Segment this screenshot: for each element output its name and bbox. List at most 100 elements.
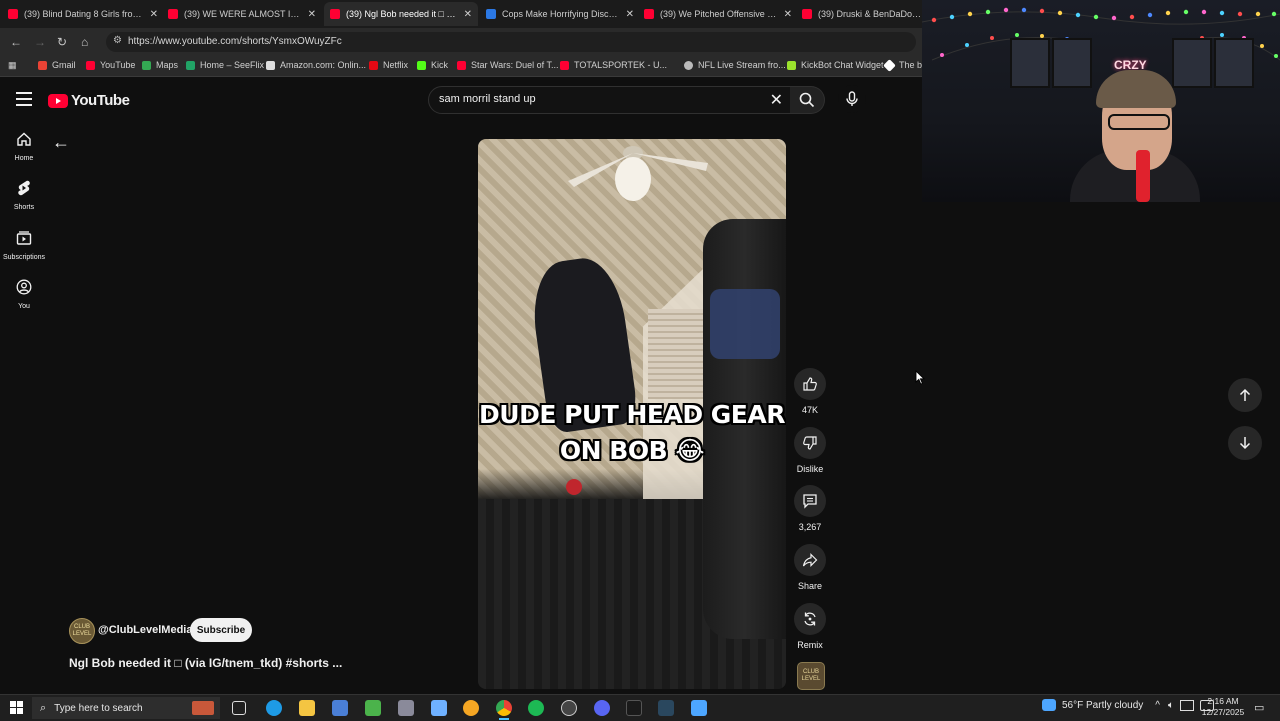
search-input[interactable]: sam morril stand up ✕ [428,86,792,114]
youtube-favicon-icon [802,9,812,19]
back-arrow-icon[interactable]: ← [52,132,70,153]
voice-search-button[interactable] [838,85,866,113]
search-highlight-icon [192,701,214,715]
app-icon[interactable] [463,700,479,716]
back-icon[interactable]: ← [10,35,22,49]
browser-tab[interactable]: (39) WE WERE ALMOST IN TEA... ✕ [168,2,316,26]
bookmark-star-wars[interactable]: Star Wars: Duel of T... [457,60,559,70]
video-caption-line: ON BOB 😂 [559,436,705,465]
bookmark-label: NFL Live Stream fro... [698,60,786,70]
youtube-logo[interactable]: YouTube [48,92,130,109]
close-tab-icon[interactable]: ✕ [302,9,316,20]
subscribe-button[interactable]: Subscribe [190,618,252,642]
file-explorer-icon[interactable] [299,700,315,716]
bookmark-maps[interactable]: Maps [142,60,178,70]
clock-time: 2:16 AM [1207,696,1239,706]
shorts-video-player[interactable]: DUDE PUT HEAD GEAR ON BOB 😂 [478,139,786,689]
taskbar-search-box[interactable]: ⌕ Type here to search [32,697,220,719]
address-bar[interactable]: ⚙ https://www.youtube.com/shorts/YsmxOWu… [106,32,916,52]
remix-button[interactable]: Remix [794,603,826,650]
browser-tab-active[interactable]: (39) Ngl Bob needed it □ (v... ✕ [324,2,478,26]
app-icon[interactable] [691,700,707,716]
network-icon[interactable] [1179,699,1194,711]
video-title[interactable]: Ngl Bob needed it □ (via IG/tnem_tkd) #s… [69,656,342,670]
forward-icon[interactable]: → [34,35,46,49]
bookmark-label: Home – SeeFlix [200,60,265,70]
close-tab-icon[interactable]: ✕ [620,9,634,20]
bookmark-nfl-stream[interactable]: NFL Live Stream fro... [684,60,786,70]
search-button[interactable] [790,86,825,114]
previous-video-button[interactable] [1228,378,1262,412]
spotify-icon[interactable] [528,700,544,716]
terminal-icon[interactable] [626,700,642,716]
tab-title: (39) Ngl Bob needed it □ (v... [346,9,458,19]
bookmark-kick[interactable]: Kick [417,60,448,70]
app-icon[interactable] [332,700,348,716]
edge-icon[interactable] [266,700,282,716]
youtube-icon [560,60,569,70]
nav-item-home[interactable]: Home [0,131,48,162]
like-button[interactable]: 47K [794,368,826,415]
bookmark-label: Maps [156,60,179,70]
apps-grid-icon[interactable]: ▦ [8,60,17,71]
remix-button-circle[interactable] [794,603,826,635]
bookmark-other[interactable]: The be [883,58,927,72]
bookmark-netflix[interactable]: Netflix [369,60,408,70]
speaker-icon[interactable]: 🔈︎ [1168,700,1174,711]
like-button-circle[interactable] [794,368,826,400]
browser-tab[interactable]: (39) We Pitched Offensive City ... ✕ [644,2,792,26]
windows-start-icon[interactable] [10,701,23,714]
nav-item-you[interactable]: You [0,279,48,310]
nav-item-subscriptions[interactable]: Subscriptions [0,230,48,261]
browser-tab[interactable]: (39) Druski & BenDaDonnn G... [802,2,922,26]
app-icon[interactable] [398,700,414,716]
bookmark-seeflix[interactable]: Home – SeeFlix [186,60,264,70]
task-view-icon[interactable] [232,701,246,715]
comments-button-circle[interactable] [794,485,826,517]
weather-text[interactable]: 56°F Partly cloudy [1062,700,1143,711]
next-video-button[interactable] [1228,426,1262,460]
nav-item-shorts[interactable]: Shorts [0,180,48,211]
bookmark-gmail[interactable]: Gmail [38,60,76,70]
bookmark-label: YouTube [100,60,136,70]
discord-icon[interactable] [594,700,610,716]
bookmark-youtube[interactable]: YouTube [86,60,135,70]
channel-avatar[interactable]: CLUB LEVEL [69,618,95,644]
comments-button[interactable]: 3,267 [794,485,826,532]
video-scene-ceiling-fan [568,146,708,201]
dislike-button-circle[interactable] [794,427,826,459]
close-tab-icon[interactable]: ✕ [778,9,792,20]
close-tab-icon[interactable]: ✕ [458,9,472,20]
chrome-icon[interactable] [496,700,512,720]
bookmark-totalsportek[interactable]: TOTALSPORTEK - U... [560,60,667,70]
channel-handle[interactable]: @ClubLevelMedia [98,624,192,636]
site-info-icon[interactable]: ⚙ [113,35,122,46]
taskbar-clock[interactable]: 2:16 AM 12/27/2025 [1200,696,1246,718]
share-button[interactable]: Share [794,544,826,591]
notifications-icon[interactable]: ▭ [1254,701,1264,714]
app-icon[interactable] [431,700,447,716]
youtube-play-icon [48,93,68,108]
bookmark-amazon[interactable]: Amazon.com: Onlin... [266,60,366,70]
home-icon[interactable]: ⌂ [81,35,88,49]
channel-avatar-thumbnail[interactable]: CLUB LEVEL [797,662,825,690]
browser-tab[interactable]: (39) Blind Dating 8 Girls from S... ✕ [8,2,158,26]
obs-icon[interactable] [561,700,577,716]
steam-icon[interactable] [658,700,674,716]
chevron-up-icon[interactable]: ^ [1155,700,1160,711]
bookmark-kickbot[interactable]: KickBot Chat Widget [787,60,884,70]
browser-tab[interactable]: Cops Make Horrifying Discover... ✕ [486,2,634,26]
wall-poster-frame [1052,38,1092,88]
video-caption-line: DUDE PUT HEAD GEAR [479,400,785,429]
menu-icon[interactable] [16,92,32,110]
reload-icon[interactable]: ↻ [57,35,67,49]
dislike-button[interactable]: Dislike [794,427,826,474]
close-tab-icon[interactable]: ✕ [144,9,158,20]
calculator-icon[interactable] [365,700,381,716]
bookmark-icon [883,58,896,72]
share-button-circle[interactable] [794,544,826,576]
clear-search-icon[interactable]: ✕ [770,90,783,110]
weather-icon[interactable] [1042,699,1056,711]
search-icon: ⌕ [40,701,47,714]
video-scene-dummy-vest [710,289,780,359]
